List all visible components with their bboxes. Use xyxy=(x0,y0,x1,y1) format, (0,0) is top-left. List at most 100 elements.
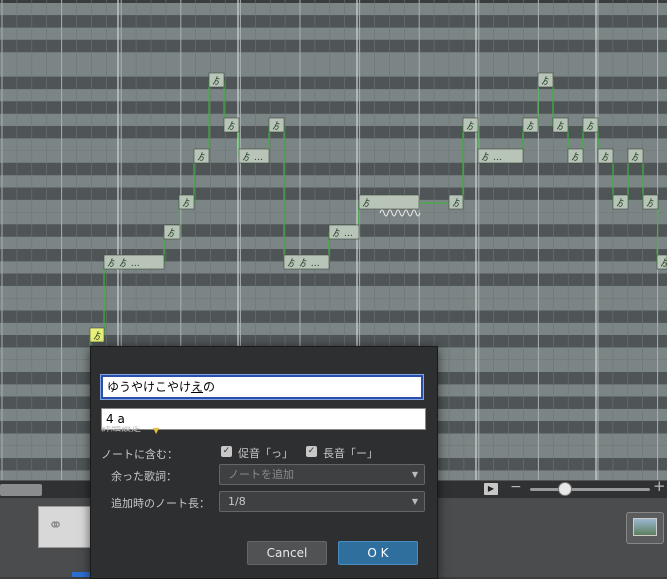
note-lyric: ゟ xyxy=(167,227,176,239)
zoom-in-icon[interactable]: + xyxy=(653,477,666,495)
chevron-down-icon[interactable]: ▼ xyxy=(153,426,159,435)
detail-settings-label[interactable]: 詳細設定 xyxy=(101,426,141,434)
zoom-slider[interactable] xyxy=(530,488,650,491)
lyric-input[interactable]: ゆうやけこやけえの xyxy=(100,374,424,400)
surplus-lyrics-label: 余った歌詞： xyxy=(111,470,177,483)
key-row xyxy=(0,76,667,90)
note-lyric: ゟ xyxy=(631,151,640,163)
lyric-input-dialog: ゆうやけこやけえの 4 a 詳細設定 ▼ ノートに含む： ✓ 促音「っ」 ✓ 長… xyxy=(90,346,438,579)
key-row xyxy=(0,273,667,286)
key-row xyxy=(0,39,667,53)
note-lyric: ゟ xyxy=(362,197,371,209)
play-icon[interactable]: ▶ xyxy=(484,483,498,495)
note-block[interactable]: ゟ xyxy=(448,194,464,210)
note-lyric: ゟ xyxy=(646,197,655,209)
key-row xyxy=(0,27,667,40)
note-lyric: ゟ xyxy=(601,151,610,163)
note-block[interactable]: ゟ xyxy=(163,224,181,240)
key-row xyxy=(0,150,667,163)
note-block[interactable]: ゟ xyxy=(552,117,569,133)
note-block[interactable]: ゟ xyxy=(208,72,225,88)
key-row xyxy=(0,249,667,262)
ok-button[interactable]: O K xyxy=(338,541,418,565)
phoneme-input[interactable]: 4 a xyxy=(101,408,426,430)
note-block[interactable]: ゟ xyxy=(358,194,420,210)
key-row xyxy=(0,199,667,213)
note-block[interactable]: ゟ xyxy=(656,254,667,270)
chevron-down-icon: ▼ xyxy=(411,470,418,479)
note-length-select[interactable]: 1/8 ▼ xyxy=(219,491,425,512)
chevron-down-icon: ▼ xyxy=(411,497,418,506)
note-block[interactable]: ゟ xyxy=(193,148,210,164)
note-block[interactable]: ゟ xyxy=(522,117,539,133)
note-block[interactable]: ゟ … xyxy=(477,148,524,164)
zoom-out-icon[interactable]: − xyxy=(510,479,522,495)
key-row xyxy=(0,101,667,114)
note-lyric: ゟ xyxy=(526,120,535,132)
note-lyric: ゟ xyxy=(541,75,550,87)
note-block[interactable]: ゟ xyxy=(462,117,479,133)
note-lyric: ゟ xyxy=(93,330,102,342)
surplus-lyrics-value: ノートを追加 xyxy=(228,468,294,481)
note-lyric: ゟ xyxy=(466,120,475,132)
note-length-value: 1/8 xyxy=(228,495,246,508)
key-row xyxy=(0,15,667,28)
note-lyric: ゟ xyxy=(197,151,206,163)
key-row xyxy=(0,162,667,176)
surplus-lyrics-select[interactable]: ノートを追加 ▼ xyxy=(219,464,425,485)
note-block[interactable]: ゟ xyxy=(223,117,240,133)
note-lyric: ゟ … xyxy=(332,227,353,239)
cancel-button[interactable]: Cancel xyxy=(247,541,327,565)
chouon-checkbox[interactable]: ✓ xyxy=(306,446,317,457)
note-block[interactable]: ゟ xyxy=(582,117,599,133)
scroll-thumb[interactable] xyxy=(0,484,42,496)
note-block[interactable]: ゟ xyxy=(537,72,554,88)
note-length-label: 追加時のノート長： xyxy=(111,497,210,510)
note-lyric: ゟ xyxy=(212,75,221,87)
sokuon-checkbox[interactable]: ✓ xyxy=(221,446,232,457)
key-row xyxy=(0,298,667,311)
note-block[interactable]: ゟ xyxy=(268,117,285,133)
note-block[interactable]: ゟ … xyxy=(328,224,360,240)
note-lyric: ゟ xyxy=(272,120,281,132)
key-row xyxy=(0,261,667,274)
note-block[interactable]: ゟ xyxy=(612,194,629,210)
zoom-slider-knob[interactable] xyxy=(558,482,572,496)
note-block[interactable]: ゟ … xyxy=(238,148,270,164)
note-block[interactable]: ゟ xyxy=(627,148,644,164)
key-row xyxy=(0,3,667,16)
key-row xyxy=(0,285,667,299)
note-block[interactable]: ゟ xyxy=(89,327,105,343)
note-lyric: ゟ xyxy=(571,151,580,163)
note-lyric: ゟ xyxy=(660,257,667,269)
note-lyric: ゟ ゟ … xyxy=(107,257,140,269)
note-lyric: ゟ xyxy=(452,197,461,209)
lyric-text-cursor-char: え xyxy=(191,380,204,394)
include-in-note-label: ノートに含む： xyxy=(101,448,178,461)
key-row xyxy=(0,175,667,188)
key-row xyxy=(0,212,667,225)
note-block[interactable]: ゟ xyxy=(567,148,584,164)
key-row xyxy=(0,138,667,151)
chouon-label: 長音「ー」 xyxy=(323,447,378,460)
note-lyric: ゟ … xyxy=(481,151,502,163)
lyric-text-suffix: の xyxy=(203,380,216,394)
note-lyric: ゟ xyxy=(227,120,236,132)
note-lyric: ゟ xyxy=(586,120,595,132)
link-icon: ⚭ xyxy=(48,515,64,536)
key-row xyxy=(0,187,667,200)
note-lyric: ゟ xyxy=(616,197,625,209)
key-row xyxy=(0,89,667,102)
note-lyric: ゟ ゟ … xyxy=(287,257,320,269)
note-block[interactable]: ゟ xyxy=(642,194,659,210)
sokuon-label: 促音「っ」 xyxy=(238,447,293,460)
note-lyric: ゟ xyxy=(182,197,191,209)
note-block[interactable]: ゟ xyxy=(178,194,195,210)
note-block[interactable]: ゟ ゟ … xyxy=(103,254,165,270)
note-block[interactable]: ゟ ゟ … xyxy=(283,254,330,270)
note-lyric: ゟ xyxy=(556,120,565,132)
lyric-text-prefix: ゆうやけこやけ xyxy=(107,380,192,394)
key-row xyxy=(0,64,667,77)
note-block[interactable]: ゟ xyxy=(597,148,614,164)
key-row xyxy=(0,310,667,323)
